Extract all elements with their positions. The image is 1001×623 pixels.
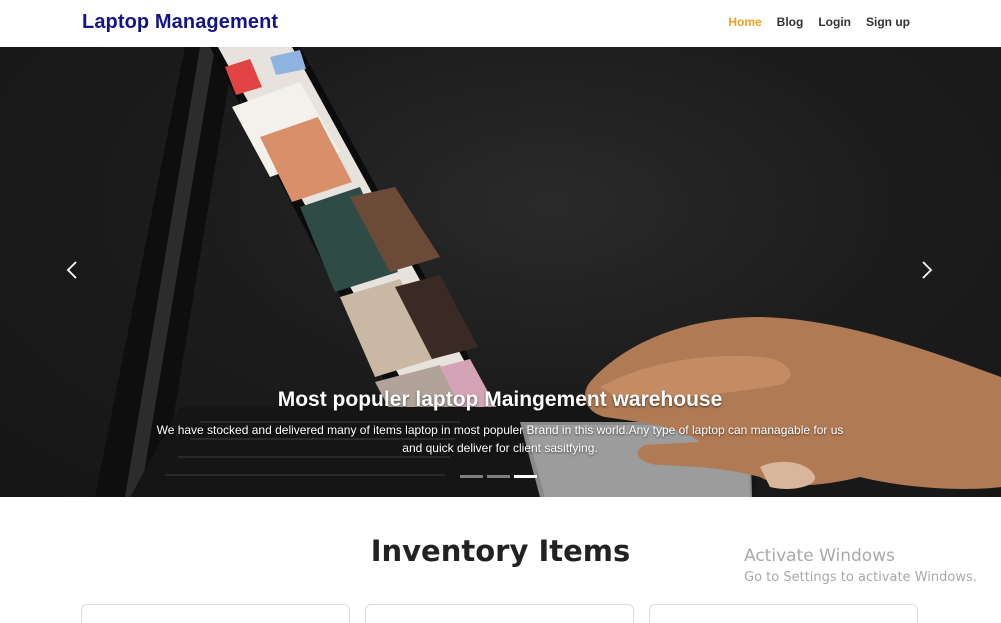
- navbar: Laptop Management Home Blog Login Sign u…: [0, 0, 1001, 47]
- nav-link-blog[interactable]: Blog: [777, 15, 804, 29]
- carousel-prev-button[interactable]: [57, 255, 87, 285]
- carousel-indicator-1[interactable]: [460, 475, 483, 478]
- activate-windows-watermark: Activate Windows Go to Settings to activ…: [744, 546, 977, 585]
- carousel-indicators: [460, 475, 537, 478]
- carousel-indicator-3[interactable]: [514, 475, 537, 478]
- watermark-subtitle: Go to Settings to activate Windows.: [744, 570, 977, 585]
- inventory-card[interactable]: [649, 604, 918, 623]
- nav-link-login[interactable]: Login: [818, 15, 851, 29]
- brand-logo-text[interactable]: Laptop Management: [82, 11, 278, 34]
- carousel-caption-text: We have stocked and delivered many of it…: [156, 423, 844, 455]
- carousel-indicator-2[interactable]: [487, 475, 510, 478]
- nav-links: Home Blog Login Sign up: [728, 15, 910, 29]
- inventory-card[interactable]: [365, 604, 634, 623]
- nav-link-signup[interactable]: Sign up: [866, 15, 910, 29]
- watermark-title: Activate Windows: [744, 546, 895, 566]
- chevron-right-icon: [922, 261, 933, 279]
- hero-carousel: Most populer laptop Maingement warehouse…: [0, 47, 1001, 497]
- inventory-card[interactable]: [81, 604, 350, 623]
- nav-link-home[interactable]: Home: [728, 15, 761, 29]
- chevron-left-icon: [66, 261, 77, 279]
- carousel-next-button[interactable]: [912, 255, 942, 285]
- carousel-caption-title: Most populer laptop Maingement warehouse: [277, 388, 723, 411]
